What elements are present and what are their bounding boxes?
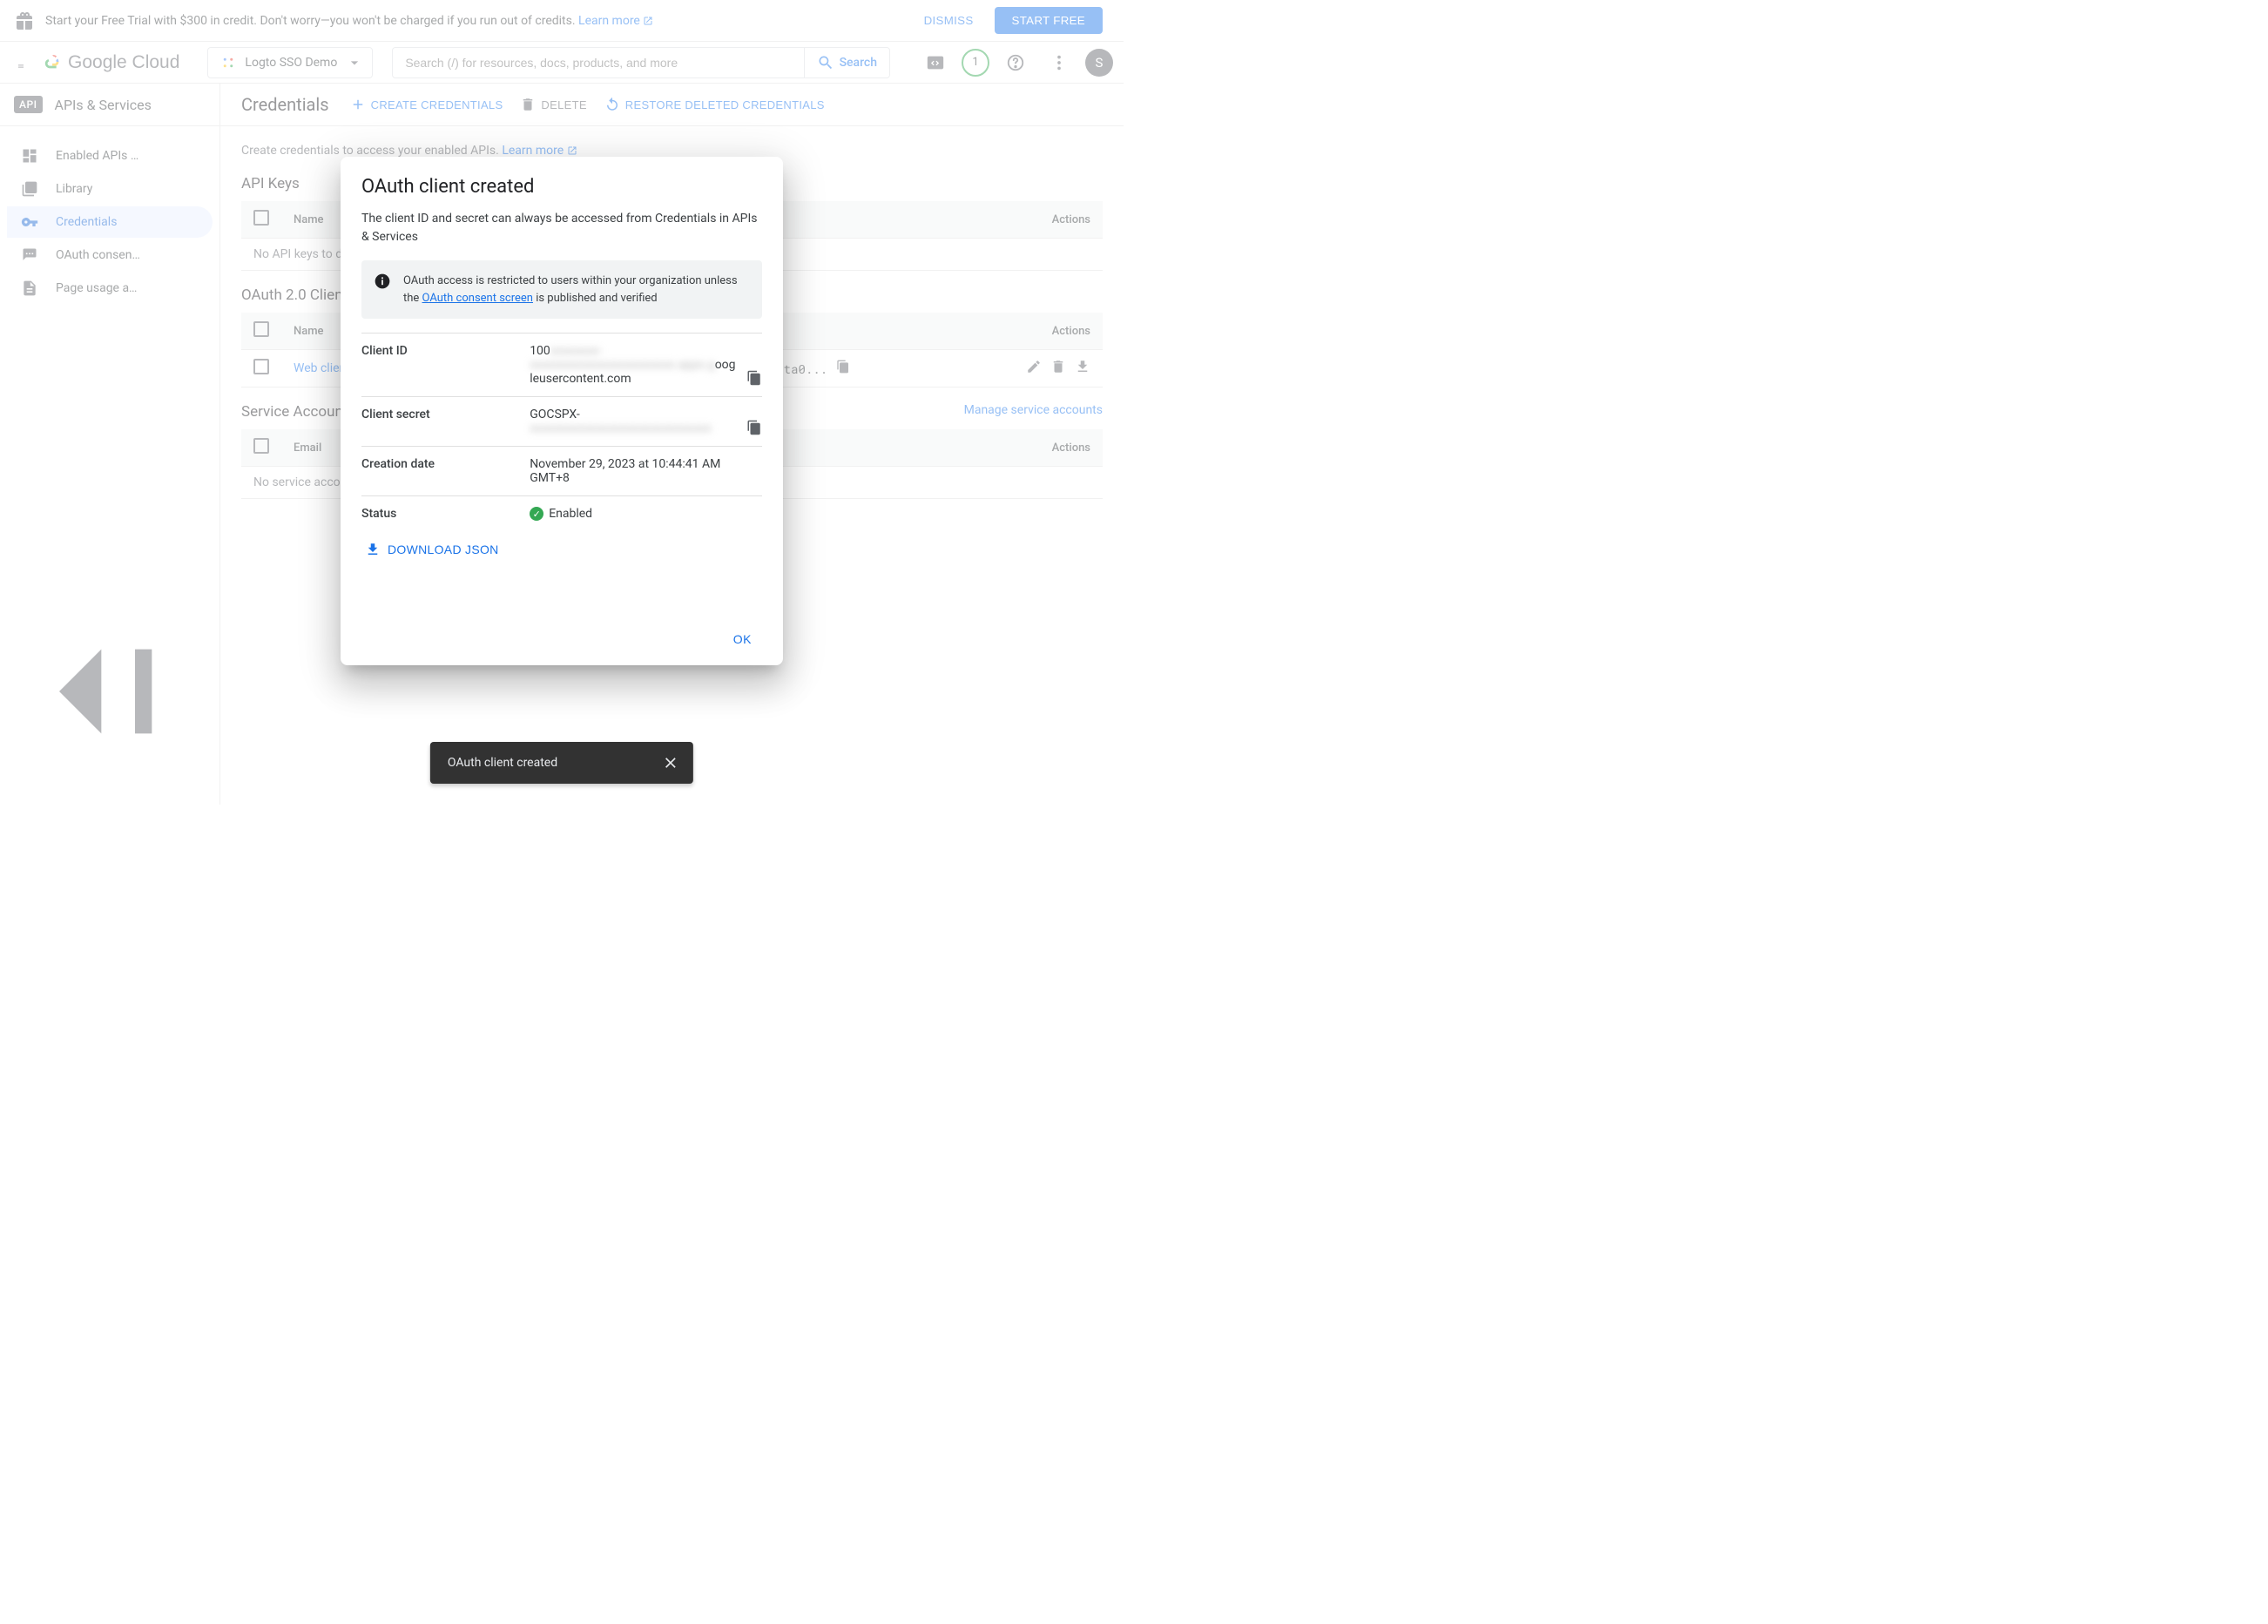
info-icon (374, 273, 391, 290)
kv-row-client-secret: Client secret GOCSPX-xxxxxxxxxxxxxxxxxxx… (361, 397, 762, 447)
oauth-created-modal: OAuth client created The client ID and s… (341, 157, 783, 665)
status-value: Enabled (530, 507, 736, 521)
client-id-value: 100xxxxxxxx-xxxxxxxxxxxxxxxxxxxxxxxx.app… (530, 334, 762, 397)
client-secret-value: GOCSPX-xxxxxxxxxxxxxxxxxxxxxxxxxxxxxx (530, 397, 762, 447)
modal-scrim: OAuth client created The client ID and s… (0, 0, 1124, 805)
close-icon[interactable] (662, 754, 679, 772)
download-json-button[interactable]: DOWNLOAD JSON (361, 531, 503, 564)
modal-title: OAuth client created (361, 176, 762, 198)
kv-row-status: Status Enabled (361, 496, 762, 532)
client-id-label: Client ID (361, 334, 530, 397)
modal-subtitle: The client ID and secret can always be a… (361, 210, 762, 246)
info-banner: OAuth access is restricted to users with… (361, 260, 762, 319)
client-secret-label: Client secret (361, 397, 530, 447)
check-icon (530, 507, 543, 521)
ok-button[interactable]: OK (723, 625, 762, 653)
snackbar: OAuth client created (430, 742, 693, 784)
creation-date-value: November 29, 2023 at 10:44:41 AM GMT+8 (530, 447, 762, 496)
kv-row-client-id: Client ID 100xxxxxxxx-xxxxxxxxxxxxxxxxxx… (361, 334, 762, 397)
snackbar-text: OAuth client created (448, 756, 557, 770)
oauth-consent-link[interactable]: OAuth consent screen (422, 292, 533, 305)
kv-row-creation-date: Creation date November 29, 2023 at 10:44… (361, 447, 762, 496)
copy-icon[interactable] (746, 370, 762, 386)
download-icon (365, 542, 381, 557)
creation-date-label: Creation date (361, 447, 530, 496)
status-label: Status (361, 496, 530, 532)
copy-icon[interactable] (746, 420, 762, 435)
